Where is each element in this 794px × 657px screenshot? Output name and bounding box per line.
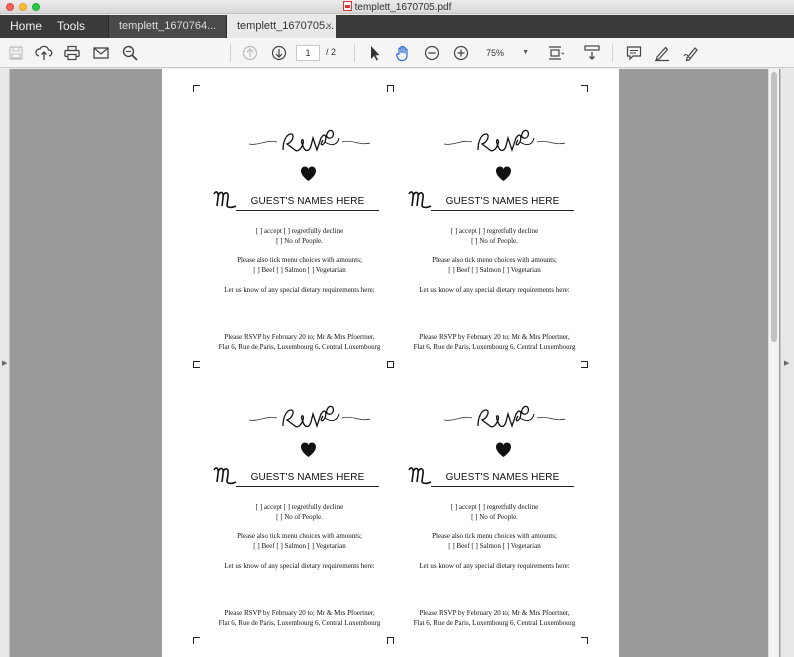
menu-choices: [ ] Beef [ ] Salmon [ ] Vegetarian (253, 266, 346, 274)
tab-bar: Home Tools templett_1670764... templett_… (0, 15, 794, 38)
home-tab[interactable]: Home (10, 15, 42, 38)
document-tab-1[interactable]: templett_1670764... (108, 15, 226, 38)
heart-icon (301, 442, 316, 457)
guest-names-placeholder: GUEST'S NAMES HERE (445, 472, 560, 483)
crop-mark (193, 85, 200, 92)
email-icon[interactable] (92, 44, 110, 62)
window-title: templett_1670705.pdf (0, 1, 794, 13)
next-page-icon[interactable] (270, 44, 288, 62)
rsvp-card: GUEST'S NAMES HERE [ ] accept [ ] regret… (212, 345, 407, 627)
rsvp-script-logo (443, 129, 566, 153)
dietary-requirements: Let us know of any special dietary requi… (419, 286, 570, 294)
rsvp-card: GUEST'S NAMES HERE [ ] accept [ ] regret… (212, 69, 407, 351)
hand-tool-icon[interactable] (394, 44, 412, 62)
toolbar-separator (354, 44, 355, 62)
close-tab-icon[interactable]: × (326, 15, 332, 38)
window-titlebar: templett_1670705.pdf (0, 0, 794, 14)
scroll-mode-icon[interactable] (583, 44, 601, 62)
page-total: / 2 (326, 47, 337, 57)
select-arrow-icon[interactable] (366, 44, 384, 62)
save-icon[interactable] (7, 44, 25, 62)
expand-left-icon: ▶ (2, 360, 8, 367)
comment-icon[interactable] (625, 44, 643, 62)
prev-page-icon[interactable] (241, 44, 259, 62)
crop-mark (193, 637, 200, 644)
script-m-letter (408, 467, 432, 485)
print-icon[interactable] (63, 44, 81, 62)
highlight-icon[interactable] (653, 44, 671, 62)
crop-mark (387, 637, 394, 644)
rsvp-script-logo (443, 405, 566, 429)
document-tab-label: templett_1670705... (237, 20, 335, 32)
rsvp-address: Flat 6, Rue de Paris, Luxembourg 6, Cent… (413, 619, 576, 627)
guest-names-placeholder: GUEST'S NAMES HERE (250, 472, 365, 483)
rsvp-deadline: Please RSVP by February 20 to; Mr & Mrs … (419, 609, 570, 617)
attendance-options: [ ] accept [ ] regretfully decline (450, 227, 539, 235)
guest-name-underline (431, 486, 574, 487)
crop-mark (581, 637, 588, 644)
document-tab-2[interactable]: templett_1670705... × (226, 15, 336, 38)
attendance-options: [ ] accept [ ] regretfully decline (255, 503, 344, 511)
guest-name-underline (431, 210, 574, 211)
dietary-requirements: Let us know of any special dietary requi… (224, 562, 375, 570)
people-count-option: [ ] No of People. (276, 237, 323, 245)
toolbar-separator (612, 44, 613, 62)
document-tab-label: templett_1670764... (119, 20, 217, 32)
zoom-level-dropdown[interactable]: 75% ▼ (480, 45, 532, 61)
scrollbar-thumb[interactable] (771, 72, 777, 342)
people-count-option: [ ] No of People. (276, 513, 323, 521)
pdf-file-icon (342, 1, 352, 11)
crop-mark (193, 361, 200, 368)
attendance-options: [ ] accept [ ] regretfully decline (450, 503, 539, 511)
left-panel-toggle[interactable]: ▶ (0, 69, 10, 657)
heart-icon (496, 442, 511, 457)
guest-name-underline (236, 486, 379, 487)
expand-right-icon: ▶ (784, 360, 790, 367)
menu-instructions: Please also tick menu choices with amoun… (237, 532, 362, 540)
attendance-options: [ ] accept [ ] regretfully decline (255, 227, 344, 235)
people-count-option: [ ] No of People. (471, 237, 518, 245)
menu-instructions: Please also tick menu choices with amoun… (432, 532, 557, 540)
dietary-requirements: Let us know of any special dietary requi… (419, 562, 570, 570)
tools-tab[interactable]: Tools (57, 15, 85, 38)
pdf-page: GUEST'S NAMES HERE [ ] accept [ ] regret… (162, 69, 619, 657)
heart-icon (496, 166, 511, 181)
guest-names-placeholder: GUEST'S NAMES HERE (445, 196, 560, 207)
search-zoom-icon[interactable] (121, 44, 139, 62)
menu-choices: [ ] Beef [ ] Salmon [ ] Vegetarian (448, 542, 541, 550)
script-m-letter (408, 191, 432, 209)
script-m-letter (213, 191, 237, 209)
rsvp-script-logo (248, 129, 371, 153)
rsvp-script-logo (248, 405, 371, 429)
heart-icon (301, 166, 316, 181)
dietary-requirements: Let us know of any special dietary requi… (224, 286, 375, 294)
toolbar: 1 / 2 75% ▼ (0, 38, 794, 68)
fit-page-icon[interactable] (546, 44, 564, 62)
people-count-option: [ ] No of People. (471, 513, 518, 521)
rsvp-deadline: Please RSVP by February 20 to; Mr & Mrs … (419, 333, 570, 341)
menu-instructions: Please also tick menu choices with amoun… (432, 256, 557, 264)
script-m-letter (213, 467, 237, 485)
rsvp-card: GUEST'S NAMES HERE [ ] accept [ ] regret… (407, 345, 602, 627)
rsvp-card: GUEST'S NAMES HERE [ ] accept [ ] regret… (407, 69, 602, 351)
zoom-out-icon[interactable] (423, 44, 441, 62)
page-number-input[interactable]: 1 (296, 45, 320, 61)
guest-name-underline (236, 210, 379, 211)
rsvp-deadline: Please RSVP by February 20 to; Mr & Mrs … (224, 609, 375, 617)
menu-choices: [ ] Beef [ ] Salmon [ ] Vegetarian (448, 266, 541, 274)
zoom-in-icon[interactable] (452, 44, 470, 62)
rsvp-address: Flat 6, Rue de Paris, Luxembourg 6, Cent… (218, 619, 381, 627)
rsvp-deadline: Please RSVP by February 20 to; Mr & Mrs … (224, 333, 375, 341)
sign-icon[interactable] (682, 44, 700, 62)
window-title-text: templett_1670705.pdf (354, 2, 452, 13)
toolbar-separator (230, 44, 231, 62)
zoom-level-value: 75% (486, 48, 505, 58)
menu-instructions: Please also tick menu choices with amoun… (237, 256, 362, 264)
right-panel-toggle[interactable]: ▶ (780, 69, 794, 657)
chevron-down-icon: ▼ (522, 49, 529, 56)
guest-names-placeholder: GUEST'S NAMES HERE (250, 196, 365, 207)
menu-choices: [ ] Beef [ ] Salmon [ ] Vegetarian (253, 542, 346, 550)
upload-icon[interactable] (35, 44, 53, 62)
